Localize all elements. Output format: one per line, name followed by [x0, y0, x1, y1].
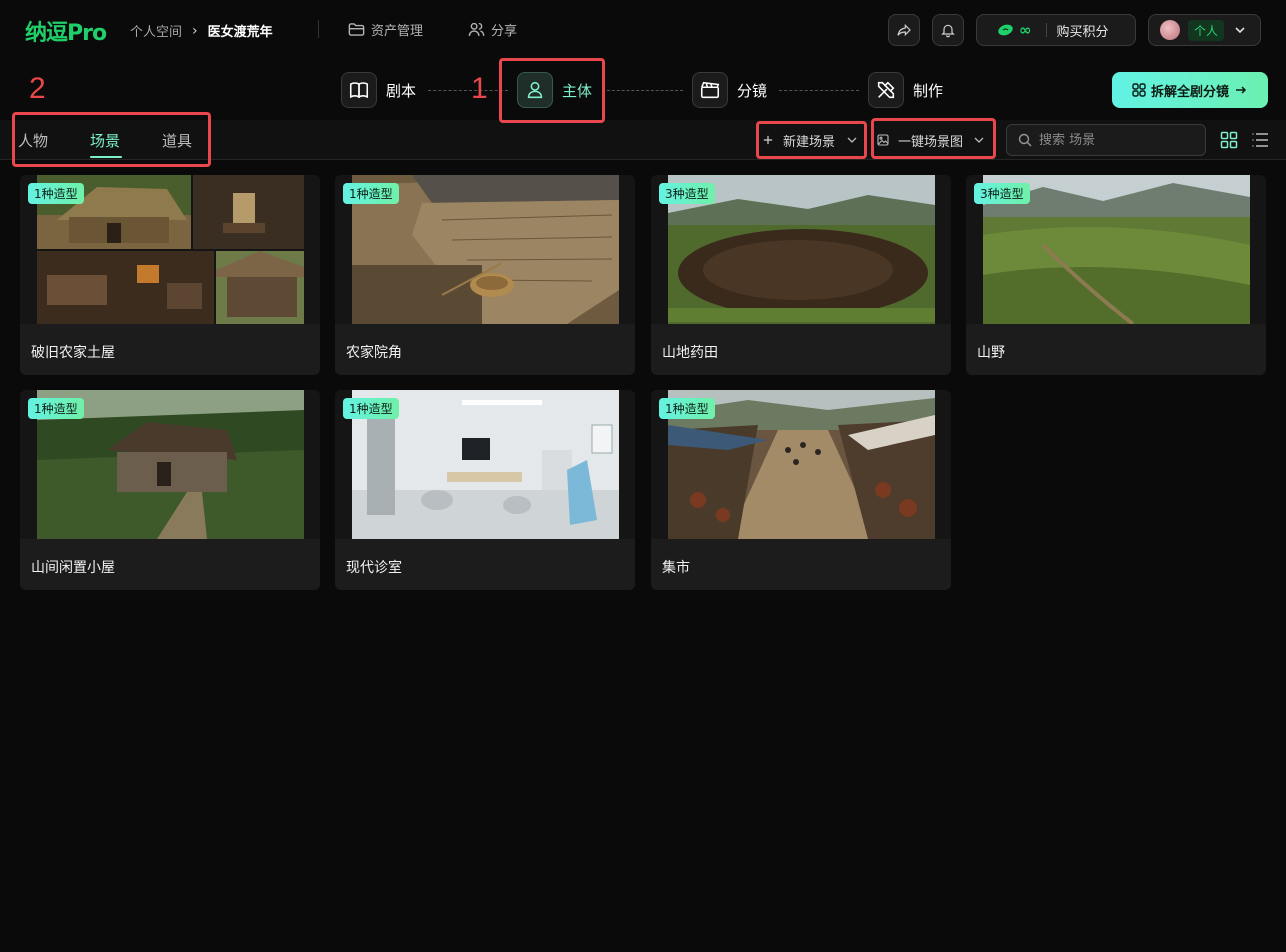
breadcrumb-space[interactable]: 个人空间: [130, 21, 182, 40]
breadcrumb: 个人空间 › 医女渡荒年: [130, 21, 273, 41]
scene-card[interactable]: 1种造型 破旧农家土屋: [20, 175, 320, 375]
credits-amount: ∞: [1019, 21, 1032, 39]
variant-badge: 1种造型: [343, 183, 399, 204]
top-bar: 纳逗Pro 个人空间 › 医女渡荒年 资产管理 分享 ∞ 购买积分 个人: [0, 0, 1286, 60]
assets-nav-button[interactable]: 资产管理: [347, 20, 423, 39]
folder-icon: [348, 23, 365, 36]
scene-name: 农家院角: [346, 345, 402, 361]
scene-card[interactable]: 3种造型 山野: [966, 175, 1266, 375]
grid-icon: [1132, 83, 1146, 97]
variant-badge: 1种造型: [28, 398, 84, 419]
bell-icon: [941, 24, 955, 38]
variant-badge: 3种造型: [974, 183, 1030, 204]
book-icon: [341, 72, 377, 108]
variant-badge: 1种造型: [659, 398, 715, 419]
arrow-right-icon: [1236, 86, 1247, 94]
bean-icon: [998, 24, 1013, 36]
divider: [318, 20, 319, 38]
notifications-button[interactable]: [932, 14, 964, 46]
user-badge: 个人: [1188, 19, 1225, 41]
annotation-box-one-click: [871, 118, 996, 159]
scene-name: 集市: [662, 560, 690, 576]
app-logo[interactable]: 纳逗Pro: [25, 15, 107, 47]
scene-name: 破旧农家土屋: [31, 345, 115, 361]
annotation-box-tabs: [12, 112, 211, 167]
scene-name: 山间闲置小屋: [31, 560, 115, 576]
scene-card[interactable]: 1种造型 现代诊室: [335, 390, 635, 590]
credits-panel[interactable]: ∞ 购买积分: [976, 14, 1136, 46]
credits-divider: [1045, 23, 1047, 37]
grid-view-icon[interactable]: [1220, 131, 1238, 149]
scene-name: 山野: [977, 345, 1005, 361]
search-icon: [1018, 133, 1032, 147]
forward-button[interactable]: [888, 14, 920, 46]
step-connector: [779, 90, 859, 91]
annotation-box-new-scene: [756, 121, 867, 159]
variant-badge: 3种造型: [659, 183, 715, 204]
share-nav-label: 分享: [491, 24, 518, 39]
avatar: [1160, 20, 1180, 40]
chevron-right-icon: ›: [192, 22, 198, 39]
assets-nav-label: 资产管理: [371, 24, 424, 39]
step-storyboard-label: 分镜: [737, 81, 768, 100]
buy-credits-button[interactable]: 购买积分: [1057, 21, 1109, 40]
annotation-number-2: 2: [29, 72, 46, 105]
share-nav-button[interactable]: 分享: [467, 20, 517, 39]
annotation-box-subject: [499, 58, 605, 123]
step-production[interactable]: 制作: [868, 72, 943, 108]
breadcrumb-project: 医女渡荒年: [207, 25, 273, 40]
forward-icon: [897, 23, 911, 37]
variant-badge: 1种造型: [343, 398, 399, 419]
scene-search[interactable]: [1006, 124, 1206, 156]
tools-icon: [868, 72, 904, 108]
step-script-label: 剧本: [386, 81, 417, 100]
scene-card[interactable]: 3种造型 山地药田: [651, 175, 951, 375]
step-connector: [428, 90, 508, 91]
list-view-icon[interactable]: [1251, 131, 1269, 149]
search-input[interactable]: [1039, 132, 1199, 148]
scene-card[interactable]: 1种造型 集市: [651, 390, 951, 590]
step-script[interactable]: 剧本: [341, 72, 416, 108]
scene-card[interactable]: 1种造型 农家院角: [335, 175, 635, 375]
variant-badge: 1种造型: [28, 183, 84, 204]
step-production-label: 制作: [913, 81, 944, 100]
chevron-down-icon: [1235, 27, 1245, 34]
scene-name: 现代诊室: [346, 560, 402, 576]
scene-card[interactable]: 1种造型 山间闲置小屋: [20, 390, 320, 590]
step-connector: [607, 90, 683, 91]
decompose-storyboard-button[interactable]: 拆解全剧分镜: [1112, 72, 1268, 108]
decompose-storyboard-label: 拆解全剧分镜: [1150, 84, 1229, 100]
step-storyboard[interactable]: 分镜: [692, 72, 767, 108]
annotation-number-1: 1: [471, 72, 488, 105]
user-menu[interactable]: 个人: [1148, 14, 1261, 46]
users-icon: [468, 22, 485, 36]
scene-name: 山地药田: [662, 345, 718, 361]
clapperboard-icon: [692, 72, 728, 108]
